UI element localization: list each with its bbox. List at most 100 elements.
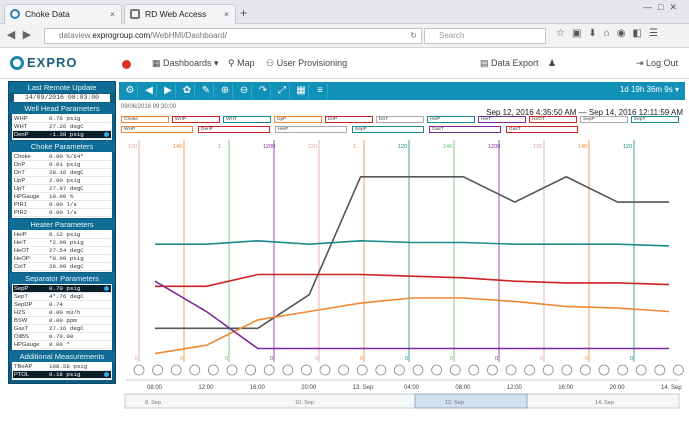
parameter-row[interactable]: OilBS 0.70.00 bbox=[13, 333, 111, 341]
arrow-right-icon[interactable]: ▶ bbox=[161, 84, 176, 98]
series-chip[interactable]: HeiT bbox=[478, 116, 526, 123]
logout-link[interactable]: ⇥ Log Out bbox=[636, 58, 678, 69]
parameter-row[interactable]: UpP 2.00 psig bbox=[13, 177, 111, 185]
browser-toolbar-icons[interactable]: ☆▣⬇⌂◉◧☰ bbox=[556, 28, 665, 39]
parameter-value: 0.18 psig bbox=[49, 371, 81, 378]
parameter-row[interactable]: DnP 0.01 psig bbox=[13, 161, 111, 169]
expro-logo[interactable]: EXPRO bbox=[10, 55, 78, 70]
parameter-row[interactable]: H2S 0.00 m3/h bbox=[13, 309, 111, 317]
series-chip[interactable]: Choke bbox=[121, 116, 169, 123]
x-tick-label: 12:00 bbox=[198, 385, 214, 391]
gear-small-icon[interactable]: ✿ bbox=[180, 84, 195, 98]
new-tab-button[interactable]: + bbox=[240, 6, 247, 20]
series-chip[interactable]: HeOT bbox=[529, 116, 577, 123]
parameter-row[interactable]: Choke 0.00 %/64" bbox=[13, 153, 111, 161]
search-field[interactable]: Search bbox=[424, 28, 546, 44]
series-chip[interactable]: HeiP bbox=[275, 126, 347, 133]
parameter-row[interactable]: HPGauge 0.00 * bbox=[13, 341, 111, 349]
series-chip[interactable]: DnT bbox=[376, 116, 424, 123]
y-axis-top-label: 14K bbox=[173, 144, 183, 150]
series-chip[interactable]: HeiP bbox=[427, 116, 475, 123]
parameter-row[interactable]: DnT 28.16 degC bbox=[13, 169, 111, 177]
forward-icon[interactable]: ▶ bbox=[20, 28, 34, 42]
app-header: EXPRO ▦ Dashboards ▾ ⚲ Map ⚇ User Provis… bbox=[0, 49, 689, 79]
series-line bbox=[155, 239, 670, 247]
parameter-row[interactable]: SepDP 0.74 bbox=[13, 301, 111, 309]
menu-icon[interactable]: ≡ bbox=[313, 84, 328, 98]
map-link[interactable]: ⚲ Map bbox=[228, 58, 255, 69]
parameter-row[interactable]: BSW 0.00 ppm bbox=[13, 317, 111, 325]
series-chip[interactable]: SepP bbox=[580, 116, 628, 123]
tab-rd-web-access[interactable]: RD Web Access × bbox=[124, 4, 236, 24]
parameter-row[interactable]: UpT 27.97 degC bbox=[13, 185, 111, 193]
user-icon[interactable]: ♟ bbox=[548, 58, 556, 69]
back-icon[interactable]: ◀ bbox=[4, 28, 18, 42]
parameter-name: PTOL bbox=[14, 372, 30, 378]
parameter-name: BSW bbox=[14, 318, 28, 324]
parameter-row[interactable]: PIR2 0.00 l/s bbox=[13, 209, 111, 217]
wrench-icon[interactable]: ✎ bbox=[199, 84, 214, 98]
event-marker bbox=[170, 364, 182, 376]
event-marker bbox=[505, 364, 517, 376]
event-marker bbox=[356, 364, 368, 376]
user-provisioning-link[interactable]: ⚇ User Provisioning bbox=[266, 58, 347, 69]
parameter-row[interactable]: HeiP 0.12 psig bbox=[13, 231, 111, 239]
parameter-row[interactable]: WHP 0.76 psig bbox=[13, 115, 111, 123]
chart-plot[interactable]: 120014K01012000120010120014K012000120014… bbox=[119, 136, 685, 411]
expand-icon[interactable]: ⤢ bbox=[275, 84, 290, 98]
gear-icon[interactable]: ⚙ bbox=[123, 84, 138, 98]
url-field[interactable]: dataview.exprogroup.com/WebHMI/Dashboard… bbox=[44, 28, 422, 44]
series-chip[interactable]: DenP bbox=[198, 126, 270, 133]
dashboards-label: Dashboards ▾ bbox=[163, 58, 219, 68]
parameter-row[interactable]: SepP 0.70 psig bbox=[13, 285, 111, 293]
parameter-name: DnT bbox=[14, 170, 25, 176]
series-chip[interactable]: UpP bbox=[274, 116, 322, 123]
table-icon[interactable]: ▦ bbox=[294, 84, 309, 98]
series-chip[interactable]: SepP bbox=[352, 126, 424, 133]
y-axis-bottom-label: 0 bbox=[225, 356, 228, 362]
parameter-row[interactable]: PIR1 0.00 l/s bbox=[13, 201, 111, 209]
parameter-name: HeOP bbox=[14, 256, 30, 262]
zoom-out-icon[interactable]: ⊖ bbox=[237, 84, 252, 98]
event-marker bbox=[635, 364, 647, 376]
parameter-row[interactable]: GasT 27.16 degC bbox=[13, 325, 111, 333]
series-chip[interactable]: WHP bbox=[121, 126, 193, 133]
close-tab-icon[interactable]: × bbox=[110, 5, 115, 23]
y-axis-top-label: 120 bbox=[533, 144, 542, 150]
series-chip[interactable]: GasT bbox=[429, 126, 501, 133]
series-chip[interactable]: WHT bbox=[223, 116, 271, 123]
parameter-row[interactable]: TBeAP 108.58 psig bbox=[13, 363, 111, 371]
parameter-row[interactable]: HPGauge 10.00 % bbox=[13, 193, 111, 201]
navigator-window bbox=[414, 393, 528, 409]
parameter-name: DnP bbox=[14, 162, 26, 168]
parameter-row[interactable]: SepT 4*.76 degC bbox=[13, 293, 111, 301]
parameter-row[interactable]: CoiT 26.00 degC bbox=[13, 263, 111, 271]
reload-icon[interactable]: ↻ bbox=[410, 29, 417, 43]
dashboards-menu[interactable]: ▦ Dashboards ▾ bbox=[152, 58, 219, 69]
parameter-row[interactable]: HeiT *2.00 psig bbox=[13, 239, 111, 247]
series-chip[interactable]: SepT bbox=[631, 116, 679, 123]
series-chip[interactable]: WHP bbox=[172, 116, 220, 123]
y-axis-bottom-label: 0 bbox=[135, 356, 138, 362]
window-controls[interactable]: —□✕ bbox=[643, 2, 683, 13]
y-axis-bottom-label: 0 bbox=[585, 356, 588, 362]
parameter-row[interactable]: PTOL 0.18 psig bbox=[13, 371, 111, 379]
tab-choke-data[interactable]: Choke Data × bbox=[4, 4, 122, 24]
parameter-row[interactable]: HeOP *0.00 psig bbox=[13, 255, 111, 263]
time-range-dropdown[interactable]: 1d 19h 36m 9s ▾ bbox=[620, 85, 679, 94]
close-tab-icon[interactable]: × bbox=[224, 5, 229, 23]
data-export-link[interactable]: ▤ Data Export bbox=[480, 58, 539, 69]
parameter-row[interactable]: DenP -1.38 psig bbox=[13, 131, 111, 139]
zoom-in-icon[interactable]: ⊕ bbox=[218, 84, 233, 98]
y-axis-top-label: 1200 bbox=[263, 144, 275, 150]
parameter-name: DenP bbox=[14, 132, 29, 138]
parameter-row[interactable]: WHT 27.26 degC bbox=[13, 123, 111, 131]
arrow-left-icon[interactable]: ◀ bbox=[142, 84, 157, 98]
redo-icon[interactable]: ↷ bbox=[256, 84, 271, 98]
trend-chart[interactable]: 09/06/2016 09:30:00 Sep 12, 2016 4:35:50… bbox=[119, 101, 685, 411]
address-bar-row: ◀ ▶ dataview.exprogroup.com/WebHMI/Dashb… bbox=[0, 24, 689, 48]
parameter-row[interactable]: HeOT 27.54 degC bbox=[13, 247, 111, 255]
series-chip[interactable]: DnP bbox=[325, 116, 373, 123]
parameter-name: HPGauge bbox=[14, 194, 40, 200]
series-chip[interactable]: GasT bbox=[506, 126, 578, 133]
